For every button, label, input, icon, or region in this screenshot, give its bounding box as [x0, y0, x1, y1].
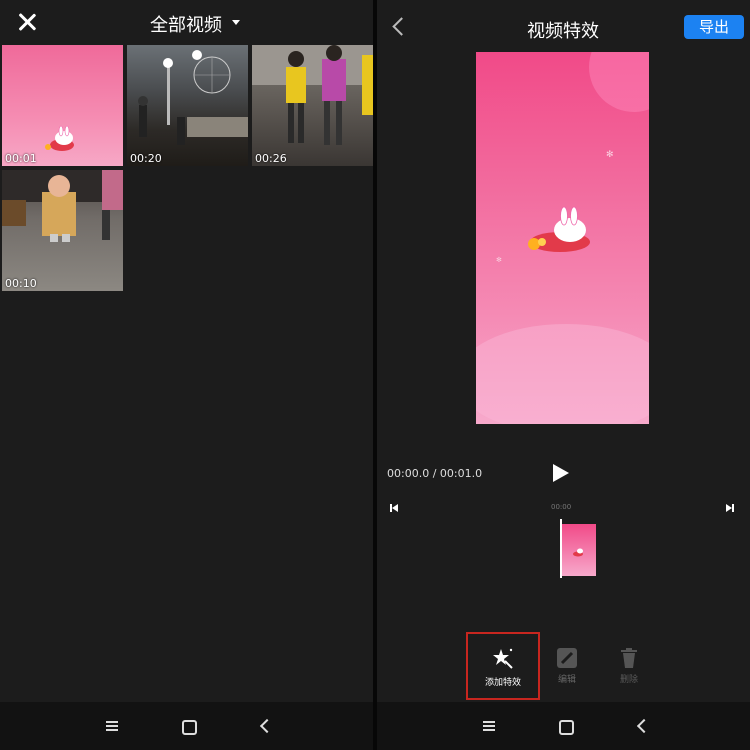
home-icon[interactable] — [182, 720, 197, 735]
video-thumbnail[interactable]: 00:20 — [127, 45, 248, 166]
menu-icon[interactable] — [483, 721, 495, 731]
skip-to-end-icon[interactable] — [726, 504, 734, 512]
video-duration: 00:01 — [5, 152, 37, 165]
system-nav-bar — [377, 702, 750, 750]
close-icon[interactable] — [14, 9, 40, 35]
picker-header: 全部视频 — [0, 0, 373, 45]
svg-text:✻: ✻ — [496, 256, 502, 264]
time-display: 00:00.0 / 00:01.0 — [387, 467, 483, 480]
video-duration: 00:10 — [5, 277, 37, 290]
svg-text:✻: ✻ — [606, 150, 614, 160]
album-selector[interactable]: 全部视频 — [150, 11, 222, 37]
ferris-wheel-scene — [138, 50, 248, 145]
delete-label: 删除 — [619, 675, 638, 685]
skip-to-start-icon[interactable] — [390, 504, 398, 512]
rabbit-sticker-icon: ✻ ✻ — [496, 150, 614, 264]
video-thumbnail[interactable]: 00:10 — [2, 170, 123, 291]
home-icon[interactable] — [559, 720, 574, 735]
add-effect-button[interactable]: 添加特效 — [466, 632, 540, 700]
video-effects-screen: 视频特效 导出 ✻ ✻ 00:00.0 / 00:01.0 00:00 添加特效… — [377, 0, 750, 750]
video-duration: 00:20 — [130, 152, 162, 165]
video-thumbnail[interactable]: 00:26 — [252, 45, 373, 166]
system-nav-bar — [0, 702, 373, 750]
timeline-timestamp: 00:00 — [551, 503, 572, 511]
edit-label: 编辑 — [557, 675, 576, 685]
export-button[interactable]: 导出 — [684, 15, 744, 39]
edit-button[interactable]: 编辑 — [547, 632, 587, 685]
pencil-icon — [557, 648, 577, 668]
playhead[interactable] — [560, 519, 562, 578]
trash-icon — [621, 648, 637, 668]
caret-down-icon[interactable] — [232, 20, 240, 25]
video-picker-screen: 全部视频 00:01 00:20 00:26 00:10 — [0, 0, 373, 750]
page-title: 视频特效 — [527, 21, 599, 42]
video-duration: 00:26 — [255, 152, 287, 165]
video-preview[interactable]: ✻ ✻ — [476, 52, 649, 424]
children-dancing-scene — [252, 45, 373, 145]
menu-icon[interactable] — [106, 721, 118, 731]
back-chevron-icon[interactable] — [392, 17, 411, 36]
album-title: 全部视频 — [150, 15, 222, 36]
magic-wand-icon — [493, 648, 513, 669]
toddler-scene — [2, 170, 123, 242]
play-icon[interactable] — [553, 464, 569, 482]
timeline-clip[interactable] — [560, 524, 596, 576]
clip-thumbnail — [573, 548, 583, 557]
back-icon[interactable] — [259, 718, 275, 734]
back-icon[interactable] — [636, 718, 652, 734]
rabbit-sticker-icon — [45, 125, 74, 151]
delete-button[interactable]: 删除 — [609, 632, 649, 685]
add-effect-label: 添加特效 — [484, 678, 521, 688]
video-thumbnail[interactable]: 00:01 — [2, 45, 123, 166]
